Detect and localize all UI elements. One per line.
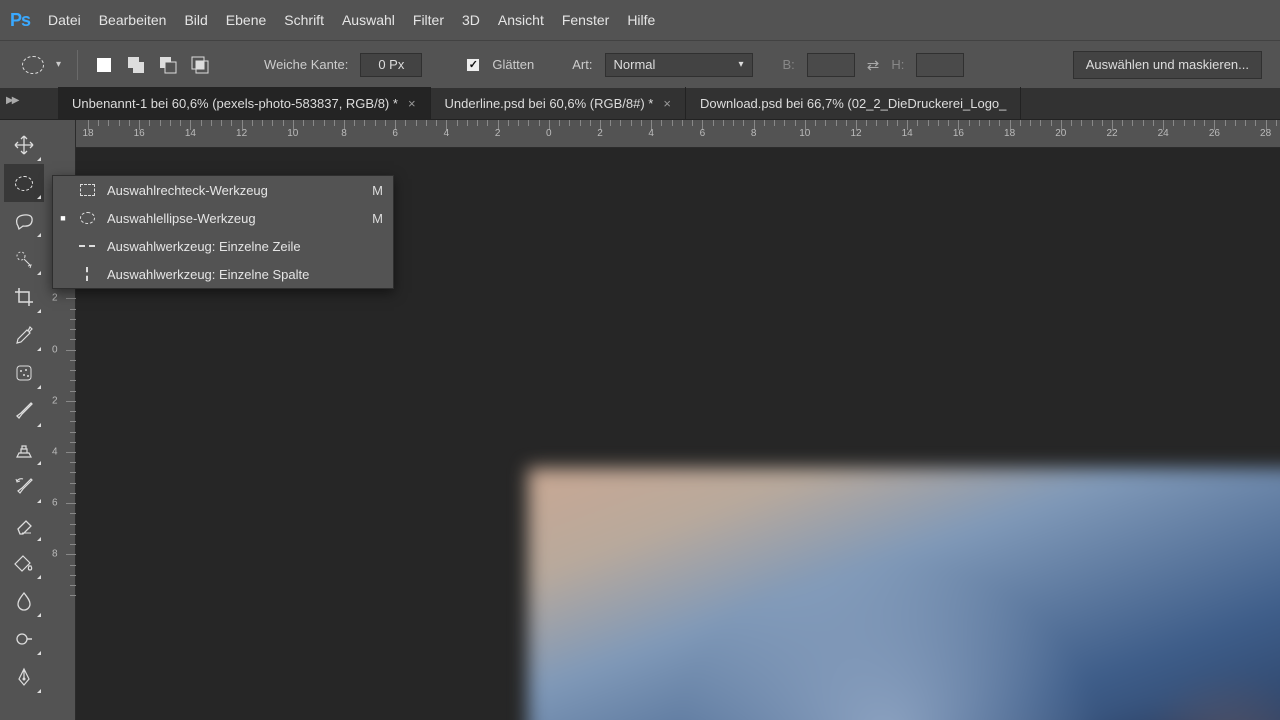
active-tool-icon[interactable] bbox=[18, 50, 48, 80]
separator bbox=[77, 50, 78, 80]
menu-bar: Ps Datei Bearbeiten Bild Ebene Schrift A… bbox=[0, 0, 1280, 40]
flyout-label: Auswahlrechteck-Werkzeug bbox=[107, 183, 355, 198]
menu-filter[interactable]: Filter bbox=[413, 12, 444, 28]
menu-file[interactable]: Datei bbox=[48, 12, 81, 28]
close-icon[interactable]: × bbox=[663, 96, 671, 111]
flyout-shortcut: M bbox=[365, 211, 383, 226]
document-tab[interactable]: Underline.psd bei 60,6% (RGB/8#) * × bbox=[431, 87, 686, 119]
selection-intersect-icon[interactable] bbox=[190, 55, 210, 75]
height-input bbox=[916, 53, 964, 77]
eyedropper-tool[interactable] bbox=[4, 316, 44, 354]
style-label: Art: bbox=[572, 57, 592, 72]
document-tab[interactable]: Unbenannt-1 bei 60,6% (pexels-photo-5838… bbox=[58, 87, 431, 119]
toolbox bbox=[0, 120, 48, 720]
paint-bucket-tool[interactable] bbox=[4, 544, 44, 582]
tab-label: Underline.psd bei 60,6% (RGB/8#) * bbox=[445, 96, 654, 111]
history-brush-tool[interactable] bbox=[4, 468, 44, 506]
tab-label: Download.psd bei 66,7% (02_2_DieDruckere… bbox=[700, 96, 1006, 111]
width-label: B: bbox=[783, 57, 795, 72]
menu-layer[interactable]: Ebene bbox=[226, 12, 266, 28]
menu-edit[interactable]: Bearbeiten bbox=[99, 12, 167, 28]
horizontal-ruler[interactable]: 181614121086420246810121416182022242628 bbox=[76, 120, 1280, 148]
pen-tool[interactable] bbox=[4, 658, 44, 696]
blur-tool[interactable] bbox=[4, 582, 44, 620]
feather-label: Weiche Kante: bbox=[264, 57, 348, 72]
brush-tool[interactable] bbox=[4, 392, 44, 430]
menu-type[interactable]: Schrift bbox=[284, 12, 324, 28]
flyout-item-single-column-marquee[interactable]: Auswahlwerkzeug: Einzelne Spalte bbox=[53, 260, 393, 288]
menu-window[interactable]: Fenster bbox=[562, 12, 609, 28]
marquee-tool[interactable] bbox=[4, 164, 44, 202]
menu-view[interactable]: Ansicht bbox=[498, 12, 544, 28]
flyout-label: Auswahlwerkzeug: Einzelne Spalte bbox=[107, 267, 355, 282]
healing-brush-tool[interactable] bbox=[4, 354, 44, 392]
antialias-label: Glätten bbox=[492, 57, 534, 72]
style-dropdown[interactable]: Normal▾ bbox=[605, 53, 753, 77]
swap-wh-icon[interactable]: ⇄ bbox=[867, 56, 880, 74]
menu-select[interactable]: Auswahl bbox=[342, 12, 395, 28]
options-bar: ▾ Weiche Kante: ✓ Glätten Art: Normal▾ B… bbox=[0, 40, 1280, 88]
rectangle-marquee-icon bbox=[77, 181, 97, 199]
flyout-item-rectangle-marquee[interactable]: Auswahlrechteck-Werkzeug M bbox=[53, 176, 393, 204]
selection-subtract-icon[interactable] bbox=[158, 55, 178, 75]
expand-panels-icon[interactable]: ▶▶ bbox=[6, 95, 17, 106]
menu-help[interactable]: Hilfe bbox=[627, 12, 655, 28]
menu-3d[interactable]: 3D bbox=[462, 12, 480, 28]
clone-stamp-tool[interactable] bbox=[4, 430, 44, 468]
close-icon[interactable]: × bbox=[408, 96, 416, 111]
tool-preset-caret-icon[interactable]: ▾ bbox=[56, 59, 61, 70]
marquee-tool-flyout: Auswahlrechteck-Werkzeug M ■ Auswahlelli… bbox=[52, 175, 394, 289]
ellipse-marquee-icon bbox=[77, 209, 97, 227]
antialias-checkbox[interactable]: ✓ bbox=[466, 58, 480, 72]
flyout-label: Auswahlwerkzeug: Einzelne Zeile bbox=[107, 239, 355, 254]
single-column-marquee-icon bbox=[77, 265, 97, 283]
height-label: H: bbox=[891, 57, 904, 72]
dodge-tool[interactable] bbox=[4, 620, 44, 658]
tab-label: Unbenannt-1 bei 60,6% (pexels-photo-5838… bbox=[72, 96, 398, 111]
flyout-label: Auswahlellipse-Werkzeug bbox=[107, 211, 355, 226]
document-tab[interactable]: Download.psd bei 66,7% (02_2_DieDruckere… bbox=[686, 87, 1021, 119]
flyout-item-ellipse-marquee[interactable]: ■ Auswahlellipse-Werkzeug M bbox=[53, 204, 393, 232]
crop-tool[interactable] bbox=[4, 278, 44, 316]
selection-new-icon[interactable] bbox=[94, 55, 114, 75]
app-logo: Ps bbox=[10, 10, 30, 31]
move-tool[interactable] bbox=[4, 126, 44, 164]
single-row-marquee-icon bbox=[77, 237, 97, 255]
quick-select-tool[interactable] bbox=[4, 240, 44, 278]
eraser-tool[interactable] bbox=[4, 506, 44, 544]
lasso-tool[interactable] bbox=[4, 202, 44, 240]
menu-image[interactable]: Bild bbox=[184, 12, 207, 28]
flyout-item-single-row-marquee[interactable]: Auswahlwerkzeug: Einzelne Zeile bbox=[53, 232, 393, 260]
document-image bbox=[528, 468, 1280, 720]
feather-input[interactable] bbox=[360, 53, 422, 77]
selection-add-icon[interactable] bbox=[126, 55, 146, 75]
select-and-mask-button[interactable]: Auswählen und maskieren... bbox=[1073, 51, 1262, 79]
document-tab-bar: Unbenannt-1 bei 60,6% (pexels-photo-5838… bbox=[0, 88, 1280, 120]
current-marker: ■ bbox=[59, 213, 67, 223]
flyout-shortcut: M bbox=[365, 183, 383, 198]
width-input bbox=[807, 53, 855, 77]
